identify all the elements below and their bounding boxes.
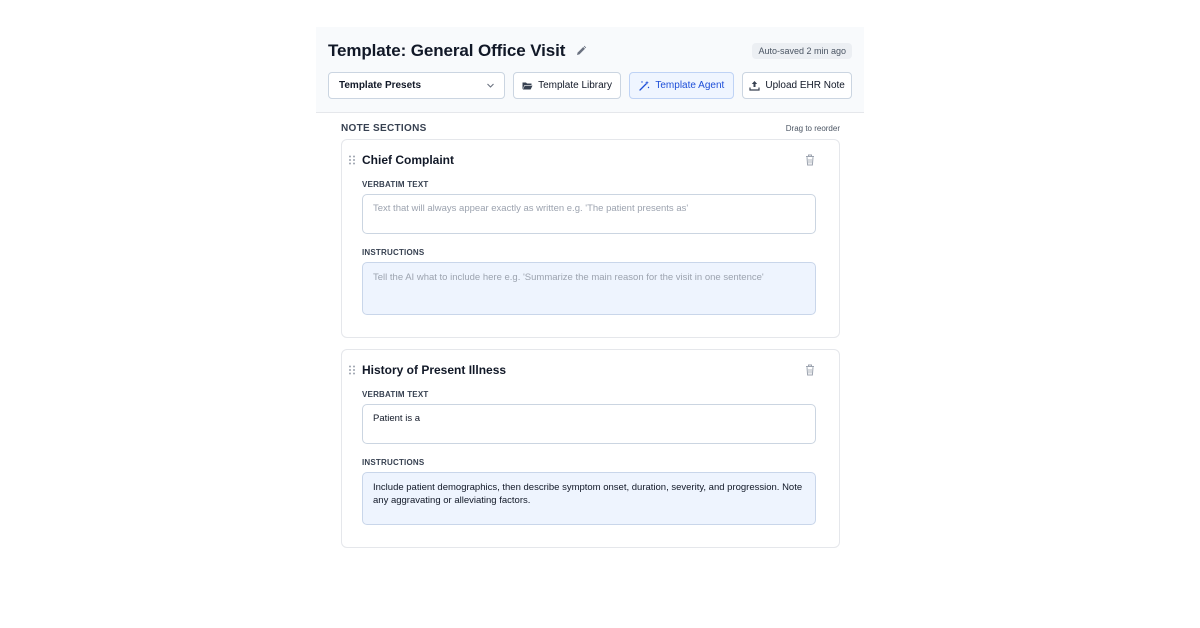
section-title[interactable]: History of Present Illness	[362, 363, 506, 377]
drag-handle-icon[interactable]	[348, 155, 356, 165]
upload-ehr-note-button[interactable]: Upload EHR Note	[742, 72, 852, 99]
section-title-row: Chief Complaint	[362, 152, 816, 168]
instructions-input[interactable]: Include patient demographics, then descr…	[362, 472, 816, 525]
template-agent-button[interactable]: Template Agent	[629, 72, 735, 99]
magic-wand-icon	[639, 80, 650, 91]
title-row: Template: General Office Visit Auto-save…	[328, 41, 852, 61]
verbatim-text-value: Patient is a	[373, 413, 420, 424]
trash-icon[interactable]	[805, 154, 815, 166]
verbatim-text-label: VERBATIM TEXT	[362, 180, 429, 189]
instructions-label: INSTRUCTIONS	[362, 248, 425, 257]
instructions-label: INSTRUCTIONS	[362, 458, 425, 467]
section-card-history-of-present-illness: History of Present Illness VERBATIM TEXT…	[341, 349, 840, 548]
template-library-button[interactable]: Template Library	[512, 72, 622, 99]
verbatim-text-input[interactable]: Text that will always appear exactly as …	[362, 194, 816, 234]
section-title[interactable]: Chief Complaint	[362, 153, 454, 167]
template-library-label: Template Library	[538, 80, 613, 91]
section-card-chief-complaint: Chief Complaint VERBATIM TEXT Text that …	[341, 139, 840, 338]
template-editor: Template: General Office Visit Auto-save…	[316, 27, 864, 548]
drag-to-reorder-hint: Drag to reorder	[785, 123, 840, 133]
verbatim-text-input[interactable]: Patient is a	[362, 404, 816, 444]
autosave-badge: Auto-saved 2 min ago	[752, 43, 852, 59]
template-header: Template: General Office Visit Auto-save…	[316, 27, 864, 113]
instructions-value: Include patient demographics, then descr…	[373, 482, 803, 506]
verbatim-text-placeholder: Text that will always appear exactly as …	[373, 203, 689, 214]
note-sections-heading: NOTE SECTIONS	[341, 122, 427, 134]
section-title-row: History of Present Illness	[362, 362, 816, 378]
verbatim-text-label: VERBATIM TEXT	[362, 390, 429, 399]
trash-icon[interactable]	[805, 364, 815, 376]
folder-open-icon	[522, 80, 533, 91]
page-title: Template: General Office Visit	[328, 41, 566, 60]
instructions-placeholder: Tell the AI what to include here e.g. 'S…	[373, 272, 764, 283]
toolbar: Template Presets Template Library Templa…	[328, 72, 852, 99]
upload-ehr-note-label: Upload EHR Note	[765, 80, 845, 91]
chevron-down-icon	[486, 81, 495, 90]
template-agent-label: Template Agent	[655, 80, 725, 91]
note-sections-header: NOTE SECTIONS Drag to reorder	[316, 121, 864, 135]
upload-icon	[749, 80, 760, 91]
pencil-icon[interactable]	[575, 45, 587, 57]
template-presets-select[interactable]: Template Presets	[328, 72, 505, 99]
preset-select-label: Template Presets	[339, 80, 422, 91]
drag-handle-icon[interactable]	[348, 365, 356, 375]
instructions-input[interactable]: Tell the AI what to include here e.g. 'S…	[362, 262, 816, 315]
